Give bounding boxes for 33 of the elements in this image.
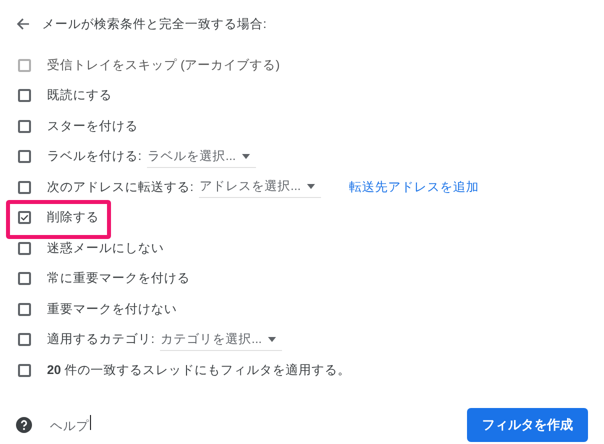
checkbox[interactable] (18, 211, 31, 224)
checkbox-label: スターを付ける (47, 118, 138, 135)
checkbox-label: 次のアドレスに転送する: (47, 178, 194, 196)
checkbox[interactable] (18, 333, 31, 346)
checkbox[interactable] (18, 120, 31, 133)
checkbox[interactable] (18, 242, 31, 255)
dropdown[interactable]: アドレスを選択... (199, 176, 321, 198)
checkbox-label: 迷惑メールにしない (47, 240, 164, 257)
header-title: メールが検索条件と完全一致する場合: (42, 16, 266, 32)
checkbox[interactable] (18, 180, 31, 194)
dropdown[interactable]: カテゴリを選択... (160, 328, 282, 351)
add-address-link[interactable]: 転送先アドレスを追加 (348, 178, 479, 196)
caret-icon (242, 154, 250, 159)
checkbox[interactable] (18, 89, 31, 102)
checkbox[interactable] (18, 150, 31, 164)
checkbox-label: ラベルを付ける: (47, 148, 142, 166)
checkbox-label: 20 件の一致するスレッドにもフィルタを適用する。 (47, 362, 350, 379)
checkbox-label: 常に重要マークを付ける (47, 270, 190, 288)
checkbox[interactable] (18, 364, 31, 377)
checkbox[interactable] (18, 302, 31, 316)
dropdown[interactable]: ラベルを選択... (147, 146, 256, 168)
help-icon[interactable] (16, 416, 32, 432)
checkbox-label: 受信トレイをスキップ (アーカイブする) (47, 56, 280, 74)
help-field[interactable]: ヘルプ (50, 414, 91, 434)
checkbox-label: 重要マークを付けない (47, 300, 177, 318)
caret-icon (268, 336, 276, 342)
checkbox-label: 適用するカテゴリ: (47, 331, 154, 348)
caret-icon (306, 184, 315, 190)
checkbox-label: 既読にする (47, 87, 112, 104)
checkbox[interactable] (18, 272, 31, 286)
create-filter-button[interactable]: フィルタを作成 (467, 408, 588, 442)
checkbox-label: 削除する (47, 209, 99, 226)
back-arrow-icon[interactable] (16, 17, 30, 31)
